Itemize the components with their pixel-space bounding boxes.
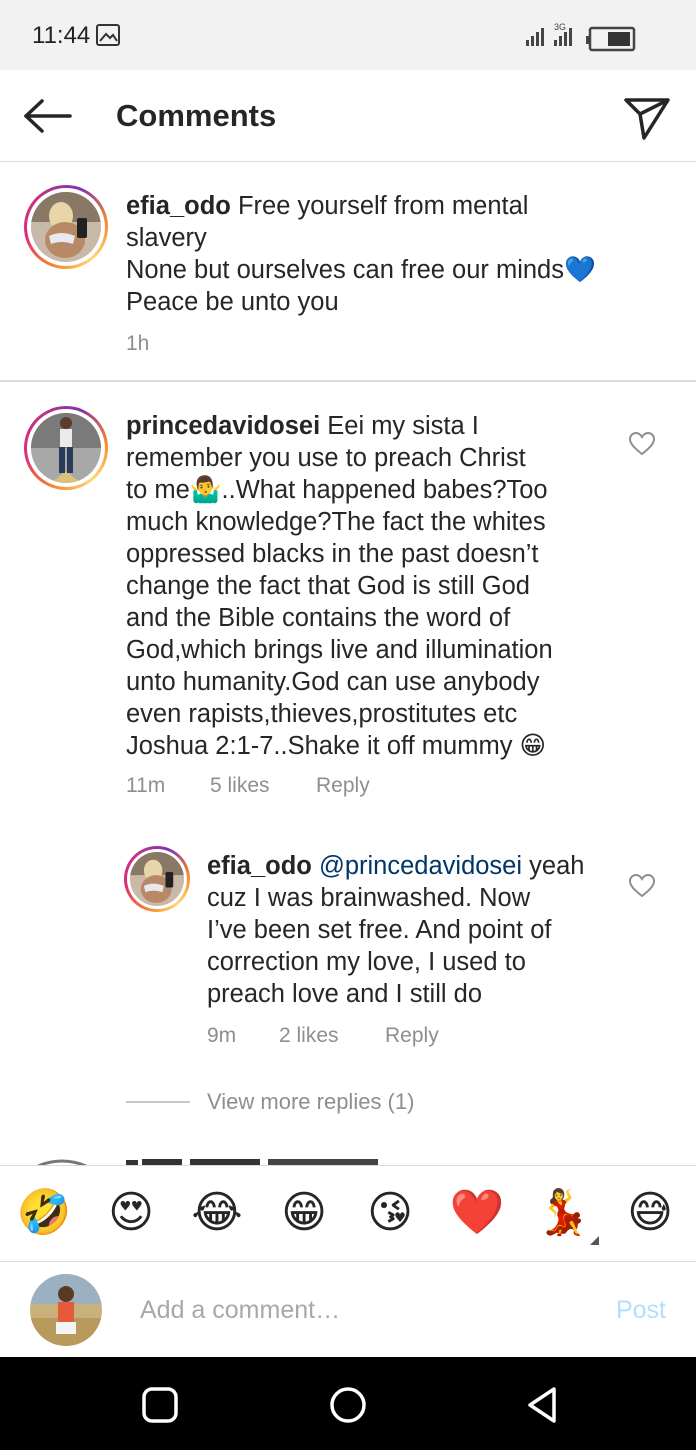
comment-line: Joshua 2:1-7..Shake it off mummy 😁 xyxy=(126,732,547,760)
comment-input[interactable] xyxy=(140,1290,570,1330)
next-comment-partial xyxy=(0,1150,696,1166)
recent-apps-icon[interactable] xyxy=(138,1383,182,1427)
comment-timestamp: 11m xyxy=(126,774,166,797)
back-nav-icon[interactable] xyxy=(520,1383,564,1427)
emoji-red-heart[interactable]: ❤️ xyxy=(449,1188,505,1238)
reply-line: cuz I was brainwashed. Now xyxy=(207,884,531,912)
likes-count[interactable]: 2 likes xyxy=(279,1024,339,1048)
comment-line: even rapists,thieves,prostitutes etc xyxy=(126,700,518,728)
comment-line: slavery xyxy=(126,224,207,252)
comment-line: oppressed blacks in the past doesn’t xyxy=(126,540,539,568)
comment-line: None but ourselves can free our minds💙 xyxy=(126,256,596,284)
emoji-dancer[interactable]: 💃 xyxy=(535,1188,591,1238)
comment-line: Eei my sista I xyxy=(327,412,479,440)
emoji-grin[interactable]: 😁 xyxy=(276,1188,332,1238)
emoji-kiss[interactable]: 😘 xyxy=(362,1188,418,1238)
avatar-photo-efia-odo xyxy=(31,192,101,262)
partial-avatar-edge xyxy=(37,1159,378,1166)
reply-button[interactable]: Reply xyxy=(385,1024,439,1048)
comment-composer: Post xyxy=(0,1261,696,1357)
reply-line: yeah xyxy=(529,852,585,880)
page-title: Comments xyxy=(116,98,277,133)
emoji-more-caret[interactable] xyxy=(590,1236,599,1245)
current-user-avatar xyxy=(30,1274,102,1346)
reply-line: I’ve been set free. And point of xyxy=(207,916,552,944)
current-user-avatar-photo xyxy=(30,1274,102,1346)
like-heart-icon[interactable] xyxy=(629,874,655,898)
comment-line: much knowledge?The fact the whites xyxy=(126,508,546,536)
emoji-tears-of-joy[interactable]: 😂 xyxy=(189,1188,245,1238)
comment-text: princedavidosei Eei my sista I remember … xyxy=(126,410,616,762)
emoji-heart-eyes[interactable]: 😍 xyxy=(103,1188,159,1238)
reply-text: efia_odo @princedavidosei yeah cuz I was… xyxy=(207,850,617,1010)
comment-username[interactable]: efia_odo xyxy=(126,192,231,220)
avatar[interactable] xyxy=(24,185,108,269)
comment-line: change the fact that God is still God xyxy=(126,572,530,600)
reply-username[interactable]: efia_odo xyxy=(207,852,312,880)
home-icon[interactable] xyxy=(326,1383,370,1427)
avatar-photo-princedavidosei xyxy=(31,413,101,483)
comment-line: unto humanity.God can use anybody xyxy=(126,668,540,696)
reply-item: efia_odo @princedavidosei yeah cuz I was… xyxy=(0,830,696,1070)
network-type-label: 3G xyxy=(554,22,566,32)
view-more-line xyxy=(126,1101,190,1103)
post-button[interactable]: Post xyxy=(616,1296,666,1325)
reply-button[interactable]: Reply xyxy=(316,774,370,798)
caption-comment: efia_odo Free yourself from mental slave… xyxy=(0,162,696,382)
direct-send-icon[interactable] xyxy=(622,92,672,142)
emoji-quick-bar: 🤣 😍 😂 😁 😘 ❤️ 💃 😅 xyxy=(0,1165,696,1261)
comment-item: princedavidosei Eei my sista I remember … xyxy=(0,382,696,812)
comment-line: Free yourself from mental xyxy=(237,192,529,220)
comment-line: and the Bible contains the word of xyxy=(126,604,511,632)
comment-timestamp: 1h xyxy=(126,332,150,355)
mention-link[interactable]: @princedavidosei xyxy=(319,852,522,880)
back-arrow-icon xyxy=(24,99,72,133)
avatar[interactable] xyxy=(124,846,190,912)
comment-line: God,which brings live and illumination xyxy=(126,636,553,664)
comment-line: remember you use to preach Christ xyxy=(126,444,526,472)
comment-username[interactable]: princedavidosei xyxy=(126,412,320,440)
view-more-replies-button[interactable]: View more replies (1) xyxy=(207,1089,414,1115)
gallery-notification-icon xyxy=(96,24,120,46)
system-nav-bar xyxy=(0,1357,696,1450)
reply-line: correction my love, I used to xyxy=(207,948,526,976)
like-heart-icon[interactable] xyxy=(629,432,655,456)
avatar[interactable] xyxy=(24,406,108,490)
avatar-photo-efia-odo xyxy=(130,852,184,906)
reply-line: preach love and I still do xyxy=(207,980,482,1008)
emoji-rofl[interactable]: 🤣 xyxy=(16,1188,72,1238)
likes-count[interactable]: 5 likes xyxy=(210,774,270,798)
status-time: 11:44 xyxy=(32,22,91,49)
header: Comments xyxy=(0,70,696,162)
comment-line: to me🤷‍♂️..What happened babes?Too xyxy=(126,476,548,504)
signal-battery-icons: 3G xyxy=(526,22,636,52)
reply-timestamp: 9m xyxy=(207,1024,237,1047)
status-bar: 11:44 3G xyxy=(0,0,696,70)
back-button[interactable] xyxy=(20,92,74,140)
comment-line: Peace be unto you xyxy=(126,288,339,316)
emoji-sweat-smile[interactable]: 😅 xyxy=(622,1188,678,1238)
comment-text: efia_odo Free yourself from mental slave… xyxy=(126,190,666,318)
